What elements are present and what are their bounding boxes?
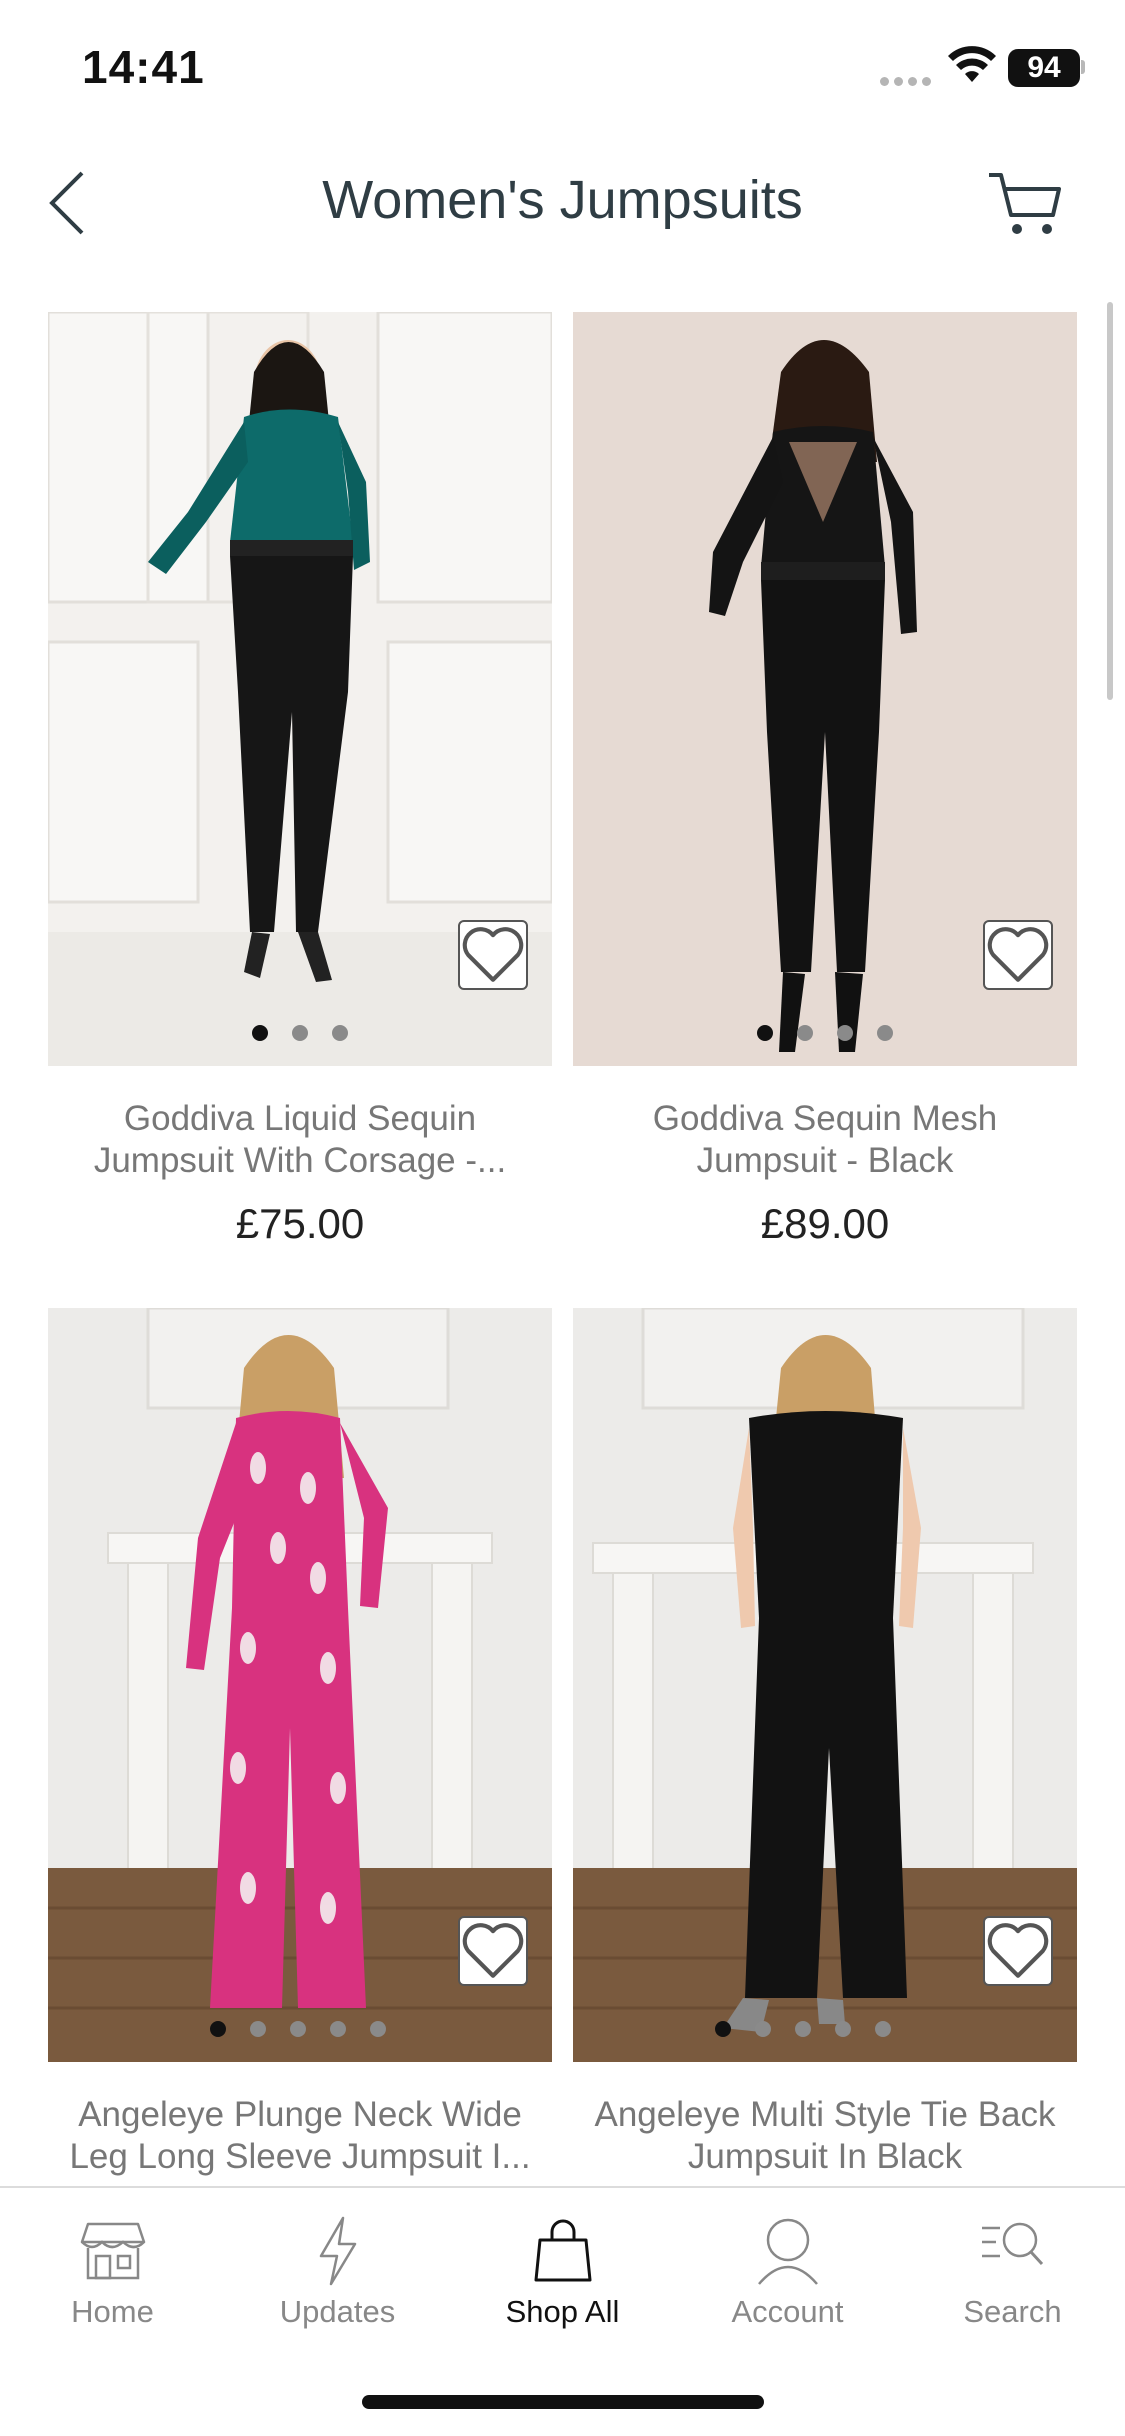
heart-icon (462, 1923, 524, 1978)
image-carousel-dots[interactable] (573, 1025, 1077, 1046)
product-image[interactable] (48, 1308, 552, 2062)
product-image[interactable] (573, 1308, 1077, 2062)
cart-icon[interactable] (985, 165, 1065, 241)
product-name: Goddiva Sequin Mesh Jumpsuit - Black (652, 1099, 998, 1180)
page-title: Women's Jumpsuits (322, 170, 803, 230)
tab-account[interactable]: Account (675, 2188, 900, 2338)
tab-label: Updates (279, 2294, 396, 2329)
image-carousel-dots[interactable] (48, 1025, 552, 1046)
header: Women's Jumpsuits (0, 135, 1125, 265)
product-price: £89.00 (760, 1200, 890, 1247)
tab-search[interactable]: Search (900, 2188, 1125, 2338)
battery-indicator: 94 (1008, 49, 1080, 87)
wishlist-button[interactable] (983, 920, 1053, 990)
tab-label: Home (71, 2294, 154, 2329)
tab-home[interactable]: Home (0, 2188, 225, 2338)
product-name: Goddiva Liquid Sequin Jumpsuit With Cors… (93, 1099, 507, 1180)
heart-icon (987, 927, 1049, 982)
store-icon (80, 2222, 146, 2280)
tab-label: Account (731, 2294, 844, 2329)
scrollbar[interactable] (1107, 302, 1113, 700)
status-time: 14:41 (82, 41, 205, 93)
search-icon (982, 2222, 1044, 2266)
shopping-bag-icon (534, 2219, 592, 2282)
wishlist-button[interactable] (458, 920, 528, 990)
wishlist-button[interactable] (458, 1916, 528, 1986)
product-price: £75.00 (235, 1200, 365, 1247)
product-name: Angeleye Multi Style Tie Back Jumpsuit I… (594, 2095, 1056, 2176)
image-carousel-dots[interactable] (573, 2021, 1077, 2042)
product-name: Angeleye Plunge Neck Wide Leg Long Sleev… (69, 2095, 531, 2176)
tab-label: Shop All (505, 2294, 620, 2329)
image-carousel-dots[interactable] (48, 2021, 552, 2042)
wifi-icon (948, 46, 996, 82)
tab-updates[interactable]: Updates (225, 2188, 450, 2338)
heart-icon (987, 1923, 1049, 1978)
product-image[interactable] (48, 312, 552, 1066)
lightning-icon (319, 2216, 357, 2286)
tab-label: Search (963, 2294, 1062, 2329)
product-image[interactable] (573, 312, 1077, 1066)
user-icon (758, 2218, 818, 2285)
tab-shop-all[interactable]: Shop All (450, 2188, 675, 2338)
status-bar: 14:41 94 (0, 0, 1125, 135)
cellular-signal-icon (880, 73, 936, 91)
heart-icon (462, 927, 524, 982)
wishlist-button[interactable] (983, 1916, 1053, 1986)
home-indicator[interactable] (362, 2395, 764, 2409)
battery-nub (1081, 60, 1085, 74)
